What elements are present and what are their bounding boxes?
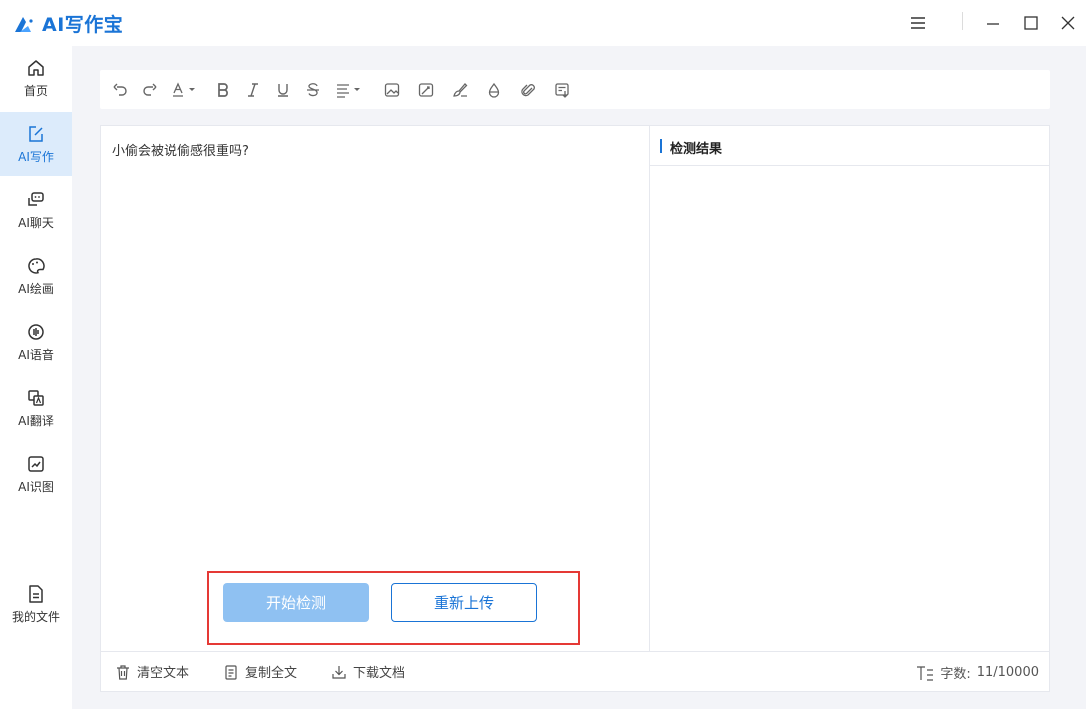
result-panel: 检测结果: [650, 126, 1049, 651]
image-icon[interactable]: [384, 79, 400, 101]
strikethrough-icon[interactable]: [306, 79, 320, 101]
sidebar-item-ai-voice[interactable]: AI语音: [0, 310, 72, 374]
underline-icon[interactable]: [276, 79, 290, 101]
result-accent-bar: [660, 139, 662, 153]
format-brush-icon[interactable]: [452, 79, 468, 101]
result-header: 检测结果: [650, 126, 1049, 166]
translate-icon: [28, 389, 44, 406]
home-icon: [28, 59, 44, 76]
italic-icon[interactable]: [246, 79, 260, 101]
clear-text-label: 清空文本: [137, 666, 190, 681]
copy-all-button[interactable]: 复制全文: [223, 662, 297, 681]
sidebar-item-label: AI语音: [18, 347, 54, 362]
file-icon: [29, 584, 43, 603]
editor-panel: 小偷会被说偷感很重吗? 开始检测 重新上传 检测结果 清空文本 复制全文 下载文…: [100, 125, 1050, 692]
sidebar-item-home[interactable]: 首页: [0, 46, 72, 110]
editor-bottom-bar: 清空文本 复制全文 下载文档 字数: 11/10000: [101, 651, 1049, 691]
align-icon[interactable]: [336, 79, 364, 101]
palette-icon: [28, 257, 45, 274]
drop-icon[interactable]: [486, 79, 502, 101]
copy-all-label: 复制全文: [245, 666, 298, 681]
close-icon[interactable]: [1055, 10, 1081, 36]
editor-toolbar: [100, 70, 1050, 109]
attachment-icon[interactable]: [520, 79, 536, 101]
sidebar-item-ai-chat[interactable]: AI聊天: [0, 178, 72, 242]
redo-icon[interactable]: [142, 79, 158, 101]
clear-text-button[interactable]: 清空文本: [115, 662, 189, 681]
sidebar-item-label: AI写作: [18, 149, 54, 164]
download-doc-button[interactable]: 下载文档: [331, 662, 405, 681]
word-count-value: 11/10000: [976, 665, 1039, 680]
sidebar-item-ai-translate[interactable]: AI翻译: [0, 376, 72, 440]
result-title: 检测结果: [670, 142, 723, 157]
word-count-label: 字数:: [940, 667, 971, 682]
trash-icon: [117, 664, 129, 680]
title-bar: AI写作宝: [0, 0, 1086, 46]
word-count: 字数: 11/10000: [916, 663, 1039, 682]
sidebar-item-ai-writing[interactable]: AI写作: [0, 112, 72, 176]
image-recognition-icon: [28, 455, 44, 472]
editor-content[interactable]: 小偷会被说偷感很重吗?: [112, 140, 249, 159]
text-size-icon: [917, 665, 934, 681]
sidebar-item-label: 首页: [23, 83, 48, 98]
bold-icon[interactable]: [216, 79, 230, 101]
image-edit-icon[interactable]: [418, 79, 434, 101]
clear-format-icon[interactable]: [554, 79, 570, 101]
minimize-icon[interactable]: [980, 10, 1006, 36]
sidebar-item-label: AI聊天: [18, 215, 54, 230]
text-input-area[interactable]: 小偷会被说偷感很重吗? 开始检测 重新上传: [101, 126, 650, 651]
app-brand: AI写作宝: [12, 10, 123, 37]
title-divider: [962, 12, 963, 30]
sidebar-item-label: AI翻译: [18, 413, 54, 428]
download-icon: [332, 665, 346, 679]
edit-icon: [29, 125, 43, 142]
app-logo-icon: [15, 16, 33, 32]
maximize-icon[interactable]: [1018, 10, 1044, 36]
sidebar-item-ai-image-recognition[interactable]: AI识图: [0, 442, 72, 506]
sidebar-item-label: AI识图: [18, 479, 54, 494]
sidebar: 首页 AI写作 AI聊天 AI绘画 AI语音 AI翻译 AI识图 我的文件: [0, 46, 72, 709]
sidebar-item-ai-painting[interactable]: AI绘画: [0, 244, 72, 308]
sidebar-item-my-files[interactable]: 我的文件: [0, 572, 72, 636]
font-color-icon[interactable]: [172, 79, 198, 101]
menu-icon[interactable]: [905, 10, 931, 36]
reupload-button[interactable]: 重新上传: [391, 583, 537, 622]
download-doc-label: 下载文档: [353, 666, 406, 681]
sidebar-item-label: AI绘画: [18, 281, 54, 296]
sidebar-item-label: 我的文件: [11, 609, 60, 624]
start-detection-button[interactable]: 开始检测: [223, 583, 369, 622]
voice-icon: [28, 323, 44, 340]
app-title: AI写作宝: [42, 14, 124, 36]
copy-icon: [225, 664, 237, 680]
chat-icon: [28, 191, 44, 206]
undo-icon[interactable]: [112, 79, 128, 101]
